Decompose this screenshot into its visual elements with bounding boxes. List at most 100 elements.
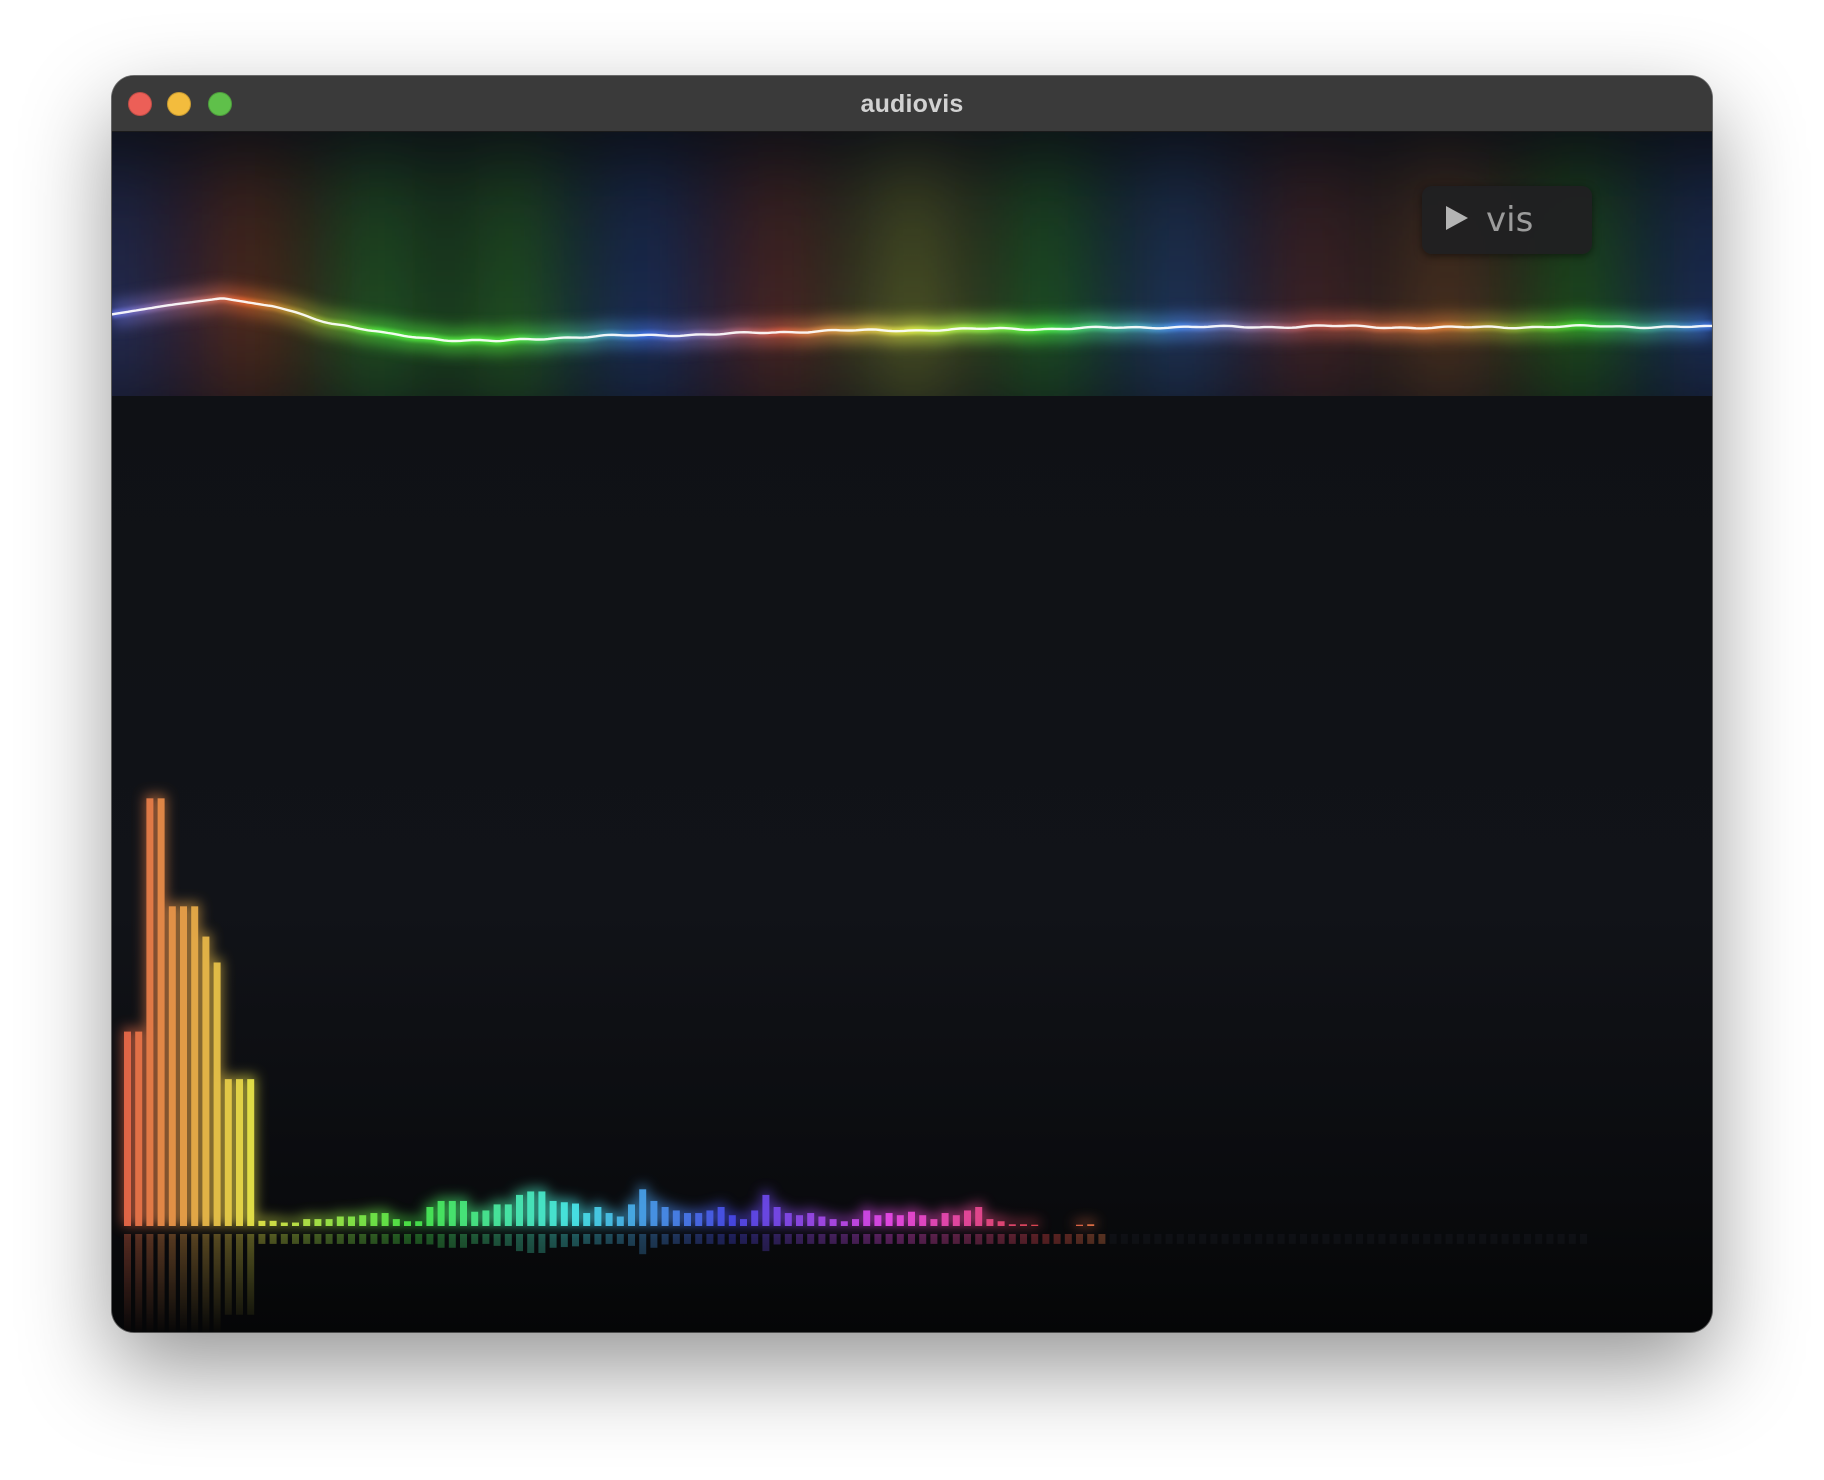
spectrum-bar-reflection	[1288, 1234, 1296, 1244]
spectrum-bar-reflection	[684, 1234, 691, 1244]
spectrum-bar-reflection	[1087, 1234, 1095, 1244]
spectrum-bar-reflection	[460, 1234, 467, 1248]
spectrum-bar-reflection	[1210, 1234, 1218, 1244]
spectrum-bar	[202, 936, 210, 1226]
spectrum-bar	[560, 1202, 568, 1226]
spectrum-bar-reflection	[146, 1234, 154, 1332]
spectrum-bar-reflection	[863, 1234, 871, 1244]
spectrum-bar-reflection	[157, 1234, 165, 1332]
spectrum-bar	[359, 1215, 367, 1226]
spectrum-bar	[303, 1219, 311, 1226]
spectrum-reflection	[124, 1234, 1587, 1332]
spectrum-bar	[796, 1215, 803, 1226]
spectrum-bar-reflection	[706, 1234, 714, 1244]
spectrum-bar-reflection	[1132, 1234, 1139, 1244]
spectrum-bar-reflection	[236, 1234, 243, 1315]
spectrum-bar-reflection	[1479, 1234, 1487, 1244]
spectrum-bar	[874, 1215, 882, 1226]
spectrum-bar-reflection	[874, 1234, 882, 1244]
spectrum-bar-reflection	[672, 1234, 680, 1244]
title-bar[interactable]: audiovis	[112, 76, 1712, 132]
spectrum-bar-reflection	[1333, 1234, 1341, 1244]
spectrum-bar-reflection	[437, 1234, 445, 1248]
spectrum-bar-reflection	[1546, 1234, 1554, 1244]
spectrum-bar-reflection	[538, 1234, 546, 1254]
spectrum-bar-reflection	[762, 1234, 770, 1252]
spectrum-bar-reflection	[1031, 1234, 1039, 1244]
spectrum-bar-reflection	[325, 1234, 333, 1244]
spectrum-bar-reflection	[818, 1234, 826, 1244]
spectrum-bar-reflection	[1266, 1234, 1274, 1244]
spectrum-bar	[415, 1221, 423, 1226]
spectrum-bar	[572, 1203, 579, 1226]
spectrum-bar	[336, 1216, 344, 1226]
spectrum-bar-reflection	[594, 1234, 602, 1245]
spectrum-bar-reflection	[628, 1234, 635, 1246]
spectrum-bar	[168, 906, 176, 1226]
spectrum-bar-reflection	[1300, 1234, 1307, 1244]
spectrum-bar-reflection	[1456, 1234, 1464, 1244]
spectrum-bar	[930, 1219, 938, 1226]
spectrum-bar-reflection	[930, 1234, 938, 1244]
spectrum-bar-reflection	[336, 1234, 344, 1244]
spectrum-bar	[919, 1215, 927, 1226]
spectrum-bar-reflection	[975, 1234, 983, 1245]
spectrum-bar-reflection	[1064, 1234, 1072, 1244]
spectrum-bar-reflection	[1356, 1234, 1363, 1244]
spectrum-bar	[672, 1210, 680, 1226]
spectrum-bar-reflection	[919, 1234, 927, 1244]
spectrum-bar-reflection	[1512, 1234, 1520, 1244]
spectrum-bar-reflection	[448, 1234, 456, 1248]
spectrum-bar	[124, 1031, 131, 1226]
spectrum-bar-reflection	[1468, 1234, 1475, 1244]
spectrum-bar-reflection	[1568, 1234, 1576, 1244]
spectrum-bar	[325, 1219, 333, 1226]
spectrum-bar-reflection	[471, 1234, 479, 1244]
spectrum-bar-reflection	[908, 1234, 915, 1244]
spectrum-bar	[605, 1213, 613, 1226]
window-title: audiovis	[860, 90, 964, 118]
spectrum-bar	[818, 1216, 826, 1226]
spectrum-bar	[236, 1079, 243, 1226]
spectrum-bar-reflection	[168, 1234, 176, 1332]
spectrum-bar-reflection	[1232, 1234, 1240, 1244]
spectrum-bar	[1020, 1224, 1027, 1226]
app-window: audiovis vis	[112, 76, 1712, 1332]
spectrum-bar-reflection	[482, 1234, 490, 1244]
spectrum-bar	[728, 1215, 736, 1226]
spectrum-bar	[314, 1219, 322, 1226]
spectrum-bar-reflection	[896, 1234, 904, 1244]
spectrum-bar	[437, 1200, 445, 1226]
spectrum-bar	[258, 1220, 266, 1226]
spectrum-bar-reflection	[717, 1234, 725, 1245]
spectrum-bar-reflection	[1221, 1234, 1229, 1244]
spectrum-bar-reflection	[1076, 1234, 1083, 1244]
spectrum-bar	[157, 798, 165, 1226]
spectrum-bar-reflection	[605, 1234, 613, 1244]
spectrum-bar	[594, 1206, 602, 1226]
spectrum-bar-reflection	[1580, 1234, 1587, 1244]
spectrum-bar-reflection	[124, 1234, 131, 1332]
spectrum-bar-reflection	[773, 1234, 781, 1245]
spectrum-bar-reflection	[213, 1234, 221, 1332]
spectrum-bar	[392, 1219, 400, 1226]
spectrum-bar	[280, 1222, 288, 1226]
spectrum-bar-reflection	[1378, 1234, 1386, 1244]
spectrum-bar-reflection	[1154, 1234, 1162, 1244]
spectrum-bar	[516, 1194, 523, 1226]
spectrum-bar-reflection	[807, 1234, 815, 1244]
spectrum-bar-reflection	[202, 1234, 210, 1332]
spectrum-bar-reflection	[280, 1234, 288, 1244]
spectrum-bar	[807, 1213, 815, 1226]
spectrum-bar-reflection	[997, 1234, 1005, 1244]
spectrum-bar-reflection	[516, 1234, 523, 1252]
spectrum-bar-reflection	[1120, 1234, 1128, 1244]
vis-button[interactable]: vis	[1422, 186, 1592, 254]
spectrum-bar	[661, 1206, 669, 1226]
spectrum-bar-reflection	[426, 1234, 434, 1245]
spectrum-bar-reflection	[404, 1234, 411, 1244]
spectrum-bar-reflection	[1143, 1234, 1151, 1244]
spectrum-bar-reflection	[1244, 1234, 1251, 1244]
spectrum-bar	[482, 1210, 490, 1226]
spectrum-bar	[908, 1211, 915, 1226]
